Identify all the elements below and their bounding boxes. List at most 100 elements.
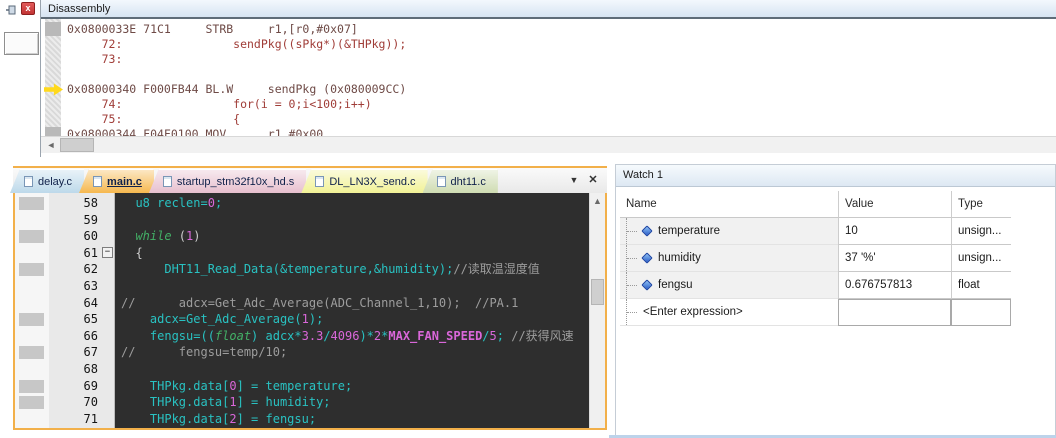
watch-type-cell[interactable]: [951, 299, 1011, 326]
watch-titlebar[interactable]: Watch 1: [616, 165, 1055, 187]
watch-variable-name: temperature: [658, 225, 721, 237]
code-token: ): [193, 229, 201, 244]
watch-name-cell[interactable]: temperature: [620, 218, 838, 245]
line-number: 67: [83, 345, 98, 360]
line-number: 58: [83, 196, 98, 210]
watch-type-cell[interactable]: unsign...: [951, 245, 1011, 272]
code-line-mark: [45, 22, 61, 36]
document-icon: [315, 176, 325, 187]
disassembly-titlebar[interactable]: Disassembly: [41, 0, 1056, 19]
code-line[interactable]: [121, 278, 589, 295]
code-token: ] = temperature;: [236, 378, 353, 393]
column-header-value[interactable]: Value: [838, 191, 951, 218]
editor-close-icon[interactable]: ✕: [586, 173, 600, 188]
disassembly-line[interactable]: [67, 67, 406, 82]
disassembly-line[interactable]: 72: sendPkg((sPkg*)(&THPkg));: [67, 37, 407, 52]
watch-variable-pin-icon: [641, 279, 653, 291]
code-line[interactable]: [121, 212, 589, 229]
code-token: /: [323, 328, 331, 343]
watch-table: Name Value Type temperature 10 unsign... hu…: [620, 191, 1051, 326]
pin-icon[interactable]: [5, 3, 17, 15]
tab-dht11-c[interactable]: dht11.c: [422, 169, 498, 193]
disassembly-hscrollbar[interactable]: ◄: [41, 136, 1056, 153]
code-line-mark[interactable]: [19, 379, 44, 393]
scroll-left-icon[interactable]: ◄: [43, 138, 59, 153]
tree-branch: [626, 245, 641, 271]
disassembly-line[interactable]: 74: for(i = 0;i<100;i++): [67, 97, 406, 112]
code-line[interactable]: {: [121, 245, 589, 262]
code-editor-area[interactable]: u8 reclen=0; while (1) { DHT11_Read_Data…: [115, 193, 589, 428]
code-line[interactable]: [121, 361, 589, 378]
tab-list-dropdown-icon[interactable]: ▼: [567, 173, 581, 188]
tab-startup-stm32f10x-hd-s[interactable]: startup_stm32f10x_hd.s: [148, 169, 307, 193]
disassembly-content[interactable]: 0x0800033E 71C1 STRB r1,[r0,#0x07] 72: s…: [41, 19, 1056, 136]
code-line[interactable]: THPkg.data[2] = fengsu;: [121, 411, 589, 428]
tab-label: delay.c: [38, 175, 73, 188]
code-token: u8 reclen=: [121, 196, 208, 210]
tab-dl-ln3x-send-c[interactable]: DL_LN3X_send.c: [301, 169, 428, 193]
code-token: 1: [229, 395, 237, 410]
code-line[interactable]: DHT11_Read_Data(&temperature,&humidity);…: [121, 261, 589, 278]
editor-vscrollbar[interactable]: ▲: [589, 193, 605, 428]
watch-panel: Watch 1 Name Value Type temperature 10 uns…: [615, 164, 1056, 438]
watch-value-cell[interactable]: [838, 299, 951, 326]
watch-name-cell[interactable]: <Enter expression>: [620, 299, 838, 326]
code-token: THPkg.data[: [121, 395, 230, 410]
code-line[interactable]: // adcx=Get_Adc_Average(ADC_Channel_1,10…: [121, 295, 589, 312]
watch-value-cell[interactable]: 0.676757813: [838, 272, 951, 299]
close-icon[interactable]: x: [21, 2, 35, 15]
tab-delay-c[interactable]: delay.c: [10, 169, 85, 193]
code-line[interactable]: adcx=Get_Adc_Average(1);: [121, 311, 589, 328]
watch-value-cell[interactable]: 37 '%': [838, 245, 951, 272]
watch-row[interactable]: humidity 37 '%' unsign...: [620, 245, 1051, 272]
code-line[interactable]: THPkg.data[0] = temperature;: [121, 378, 589, 395]
watch-enter-expression-row[interactable]: <Enter expression>: [620, 299, 1051, 326]
code-line[interactable]: THPkg.data[1] = humidity;: [121, 394, 589, 411]
editor-tabbar: delay.c main.c startup_stm32f10x_hd.s DL_LN…: [10, 166, 607, 193]
hscrollbar-thumb[interactable]: [60, 138, 94, 152]
line-number: 68: [83, 361, 98, 376]
code-line-mark[interactable]: [19, 230, 44, 244]
code-line-mark[interactable]: [19, 396, 44, 410]
code-line-mark[interactable]: [19, 346, 44, 360]
scroll-up-icon[interactable]: ▲: [590, 194, 605, 209]
disassembly-margin[interactable]: [45, 19, 61, 136]
empty-toolbar-button: [4, 32, 39, 55]
fold-collapse-icon[interactable]: −: [102, 246, 113, 258]
watch-row[interactable]: fengsu 0.676757813 float: [620, 272, 1051, 299]
watch-type-cell[interactable]: unsign...: [951, 218, 1011, 245]
column-header-type[interactable]: Type: [951, 191, 1011, 218]
breakpoint-margin[interactable]: [15, 193, 49, 428]
document-icon: [93, 176, 103, 187]
code-line[interactable]: while (1): [121, 228, 589, 245]
disassembly-line[interactable]: 0x08000344 F04F0100 MOV r1,#0x00: [67, 127, 406, 136]
code-line-mark[interactable]: [19, 197, 44, 210]
disassembly-current-line[interactable]: 0x08000340 F000FB44 BL.W sendPkg (0x0800…: [67, 82, 406, 97]
tree-branch: [626, 218, 641, 244]
line-number: 71: [83, 411, 98, 426]
watch-name-cell[interactable]: humidity: [620, 245, 838, 272]
disassembly-line[interactable]: 73:: [67, 52, 406, 67]
code-line-mark[interactable]: [19, 313, 44, 327]
code-line[interactable]: u8 reclen=0;: [121, 195, 589, 212]
code-token: 0: [207, 196, 215, 210]
column-header-name[interactable]: Name: [620, 191, 838, 218]
watch-value-cell[interactable]: 10: [838, 218, 951, 245]
line-number: 64: [83, 295, 98, 310]
watch-variable-name: <Enter expression>: [643, 306, 743, 318]
watch-header-row: Name Value Type: [620, 191, 1051, 218]
watch-row[interactable]: temperature 10 unsign...: [620, 218, 1051, 245]
disassembly-line[interactable]: 75: {: [67, 112, 406, 127]
tab-label: DL_LN3X_send.c: [329, 175, 416, 188]
code-line[interactable]: // fengsu=temp/10;: [121, 344, 589, 361]
code-line[interactable]: fengsu=((float) adcx*3.3/4096)*2*MAX_FAN…: [121, 328, 589, 345]
code-token: while: [135, 229, 172, 244]
watch-name-cell[interactable]: fengsu: [620, 272, 838, 299]
code-line-mark[interactable]: [19, 263, 44, 277]
watch-type-cell[interactable]: float: [951, 272, 1011, 299]
vscrollbar-thumb[interactable]: [591, 279, 604, 305]
line-number: 62: [83, 262, 98, 277]
disassembly-line[interactable]: 0x0800033E 71C1 STRB r1,[r0,#0x07]: [67, 22, 406, 37]
document-icon: [162, 176, 172, 187]
tab-main-c[interactable]: main.c: [79, 169, 154, 193]
